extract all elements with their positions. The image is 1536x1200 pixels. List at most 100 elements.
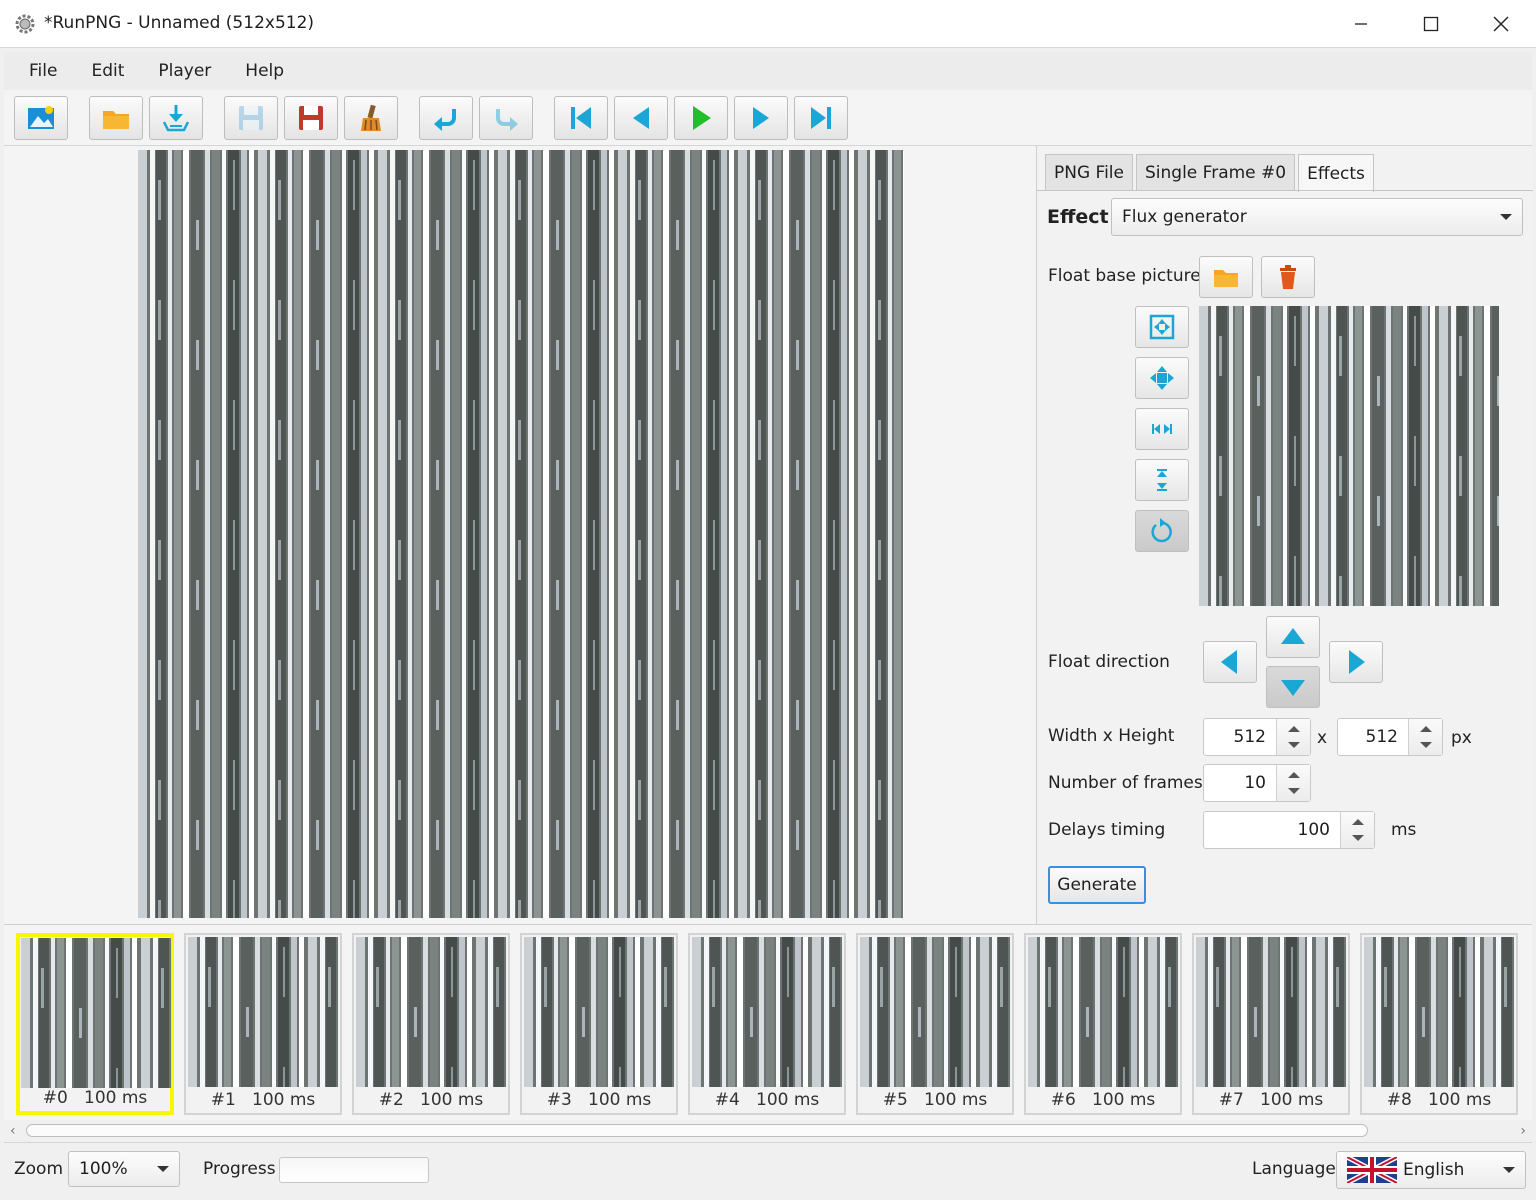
folder-icon: [1214, 270, 1238, 287]
frames-value[interactable]: 10: [1204, 765, 1276, 801]
delay-value[interactable]: 100: [1204, 812, 1340, 848]
stretch-button[interactable]: [1135, 357, 1189, 399]
frame-thumbnail[interactable]: #8 100 ms: [1360, 933, 1518, 1115]
menu-help[interactable]: Help: [228, 61, 301, 81]
decrement-icon[interactable]: [1420, 742, 1432, 748]
frame-image: [188, 937, 338, 1087]
base-picture-preview: [1199, 306, 1499, 606]
arrow-right-icon: [1349, 650, 1365, 674]
redo-button[interactable]: [479, 96, 533, 140]
delay-spinner[interactable]: 100: [1203, 811, 1375, 849]
frame-thumbnail[interactable]: #2 100 ms: [352, 933, 510, 1115]
frame-image: [524, 937, 674, 1087]
next-frame-button[interactable]: [734, 96, 788, 140]
frame-thumbnail[interactable]: #4 100 ms: [688, 933, 846, 1115]
fit-button[interactable]: [1135, 306, 1189, 348]
scroll-left-icon[interactable]: ‹: [10, 1123, 16, 1139]
effect-select[interactable]: Flux generator: [1111, 198, 1523, 236]
width-value[interactable]: 512: [1204, 719, 1276, 755]
frame-thumbnail[interactable]: #5 100 ms: [856, 933, 1014, 1115]
frames-spinner[interactable]: 10: [1203, 764, 1311, 802]
menu-player[interactable]: Player: [141, 61, 228, 81]
save-button[interactable]: [224, 96, 278, 140]
frame-thumbnail[interactable]: #0 100 ms: [16, 933, 174, 1115]
zoom-select[interactable]: 100%: [68, 1151, 180, 1187]
height-spinner[interactable]: 512: [1337, 718, 1443, 756]
direction-left-button[interactable]: [1203, 641, 1257, 683]
increment-icon[interactable]: [1352, 819, 1364, 825]
menu-edit[interactable]: Edit: [74, 61, 141, 81]
menu-file[interactable]: File: [4, 61, 74, 81]
skip-first-icon: [571, 107, 591, 129]
scroll-right-icon[interactable]: ›: [1520, 1123, 1526, 1139]
language-label: Language: [1252, 1159, 1336, 1179]
tab-single-frame[interactable]: Single Frame #0: [1136, 154, 1296, 190]
title-bar: *RunPNG - Unnamed (512x512): [0, 0, 1536, 48]
decrement-icon[interactable]: [1352, 835, 1364, 841]
horizontal-scrollbar[interactable]: ‹ ›: [4, 1120, 1532, 1142]
first-frame-button[interactable]: [554, 96, 608, 140]
direction-right-button[interactable]: [1329, 641, 1383, 683]
move-icon: [1150, 366, 1174, 390]
arrow-up-icon: [1281, 628, 1305, 644]
close-icon: [1493, 16, 1509, 32]
increment-icon[interactable]: [1288, 726, 1300, 732]
frame-thumbnail[interactable]: #6 100 ms: [1024, 933, 1182, 1115]
flip-horizontal-button[interactable]: [1135, 408, 1189, 450]
skip-last-icon: [811, 107, 831, 129]
scrollbar-thumb[interactable]: [26, 1124, 1368, 1137]
frame-image: [1028, 937, 1178, 1087]
uk-flag-icon: [1347, 1157, 1397, 1183]
frame-delay: 100 ms: [84, 1088, 148, 1108]
open-button[interactable]: [89, 96, 143, 140]
canvas-area: [4, 146, 1036, 924]
language-select[interactable]: English: [1336, 1151, 1526, 1189]
increment-icon[interactable]: [1420, 726, 1432, 732]
frame-delay: 100 ms: [1260, 1090, 1324, 1110]
play-button[interactable]: [674, 96, 728, 140]
minimize-button[interactable]: [1326, 0, 1396, 48]
tab-png-file[interactable]: PNG File: [1045, 154, 1133, 190]
frame-thumbnail[interactable]: #3 100 ms: [520, 933, 678, 1115]
direction-up-button[interactable]: [1266, 616, 1320, 658]
maximize-icon: [1423, 16, 1439, 32]
float-base-label: Float base picture: [1048, 266, 1201, 286]
progress-bar: [279, 1157, 429, 1183]
open-base-picture-button[interactable]: [1199, 256, 1253, 298]
import-button[interactable]: [149, 96, 203, 140]
tab-effects[interactable]: Effects: [1298, 154, 1374, 192]
save-as-button[interactable]: [284, 96, 338, 140]
generate-button[interactable]: Generate: [1048, 866, 1146, 904]
clean-button[interactable]: [344, 96, 398, 140]
trash-icon: [1280, 265, 1296, 289]
previous-frame-button[interactable]: [614, 96, 668, 140]
height-value[interactable]: 512: [1338, 719, 1408, 755]
direction-down-button[interactable]: [1266, 666, 1320, 708]
window-title: *RunPNG - Unnamed (512x512): [44, 13, 315, 33]
frame-thumbnail[interactable]: #7 100 ms: [1192, 933, 1350, 1115]
frame-strip: #0 100 ms #1 100 ms #2 100 ms #3 100 ms …: [4, 924, 1532, 1120]
chevron-down-icon: [1500, 214, 1512, 220]
last-frame-button[interactable]: [794, 96, 848, 140]
decrement-icon[interactable]: [1288, 742, 1300, 748]
width-spinner[interactable]: 512: [1203, 718, 1311, 756]
maximize-button[interactable]: [1396, 0, 1466, 48]
effect-label: Effect: [1047, 206, 1109, 228]
play-icon: [693, 106, 711, 130]
frame-thumbnail[interactable]: #1 100 ms: [184, 933, 342, 1115]
main-image[interactable]: [138, 150, 904, 918]
new-image-button[interactable]: [14, 96, 68, 140]
delays-label: Delays timing: [1048, 820, 1166, 840]
close-button[interactable]: [1466, 0, 1536, 48]
increment-icon[interactable]: [1288, 772, 1300, 778]
undo-button[interactable]: [419, 96, 473, 140]
float-direction-label: Float direction: [1048, 652, 1170, 672]
frame-delay: 100 ms: [1428, 1090, 1492, 1110]
decrement-icon[interactable]: [1288, 788, 1300, 794]
frame-image: [21, 938, 171, 1088]
frame-index: #3: [546, 1090, 572, 1110]
delete-base-picture-button[interactable]: [1261, 256, 1315, 298]
rotate-button[interactable]: [1135, 510, 1189, 552]
arrow-left-icon: [1221, 650, 1237, 674]
flip-vertical-button[interactable]: [1135, 459, 1189, 501]
